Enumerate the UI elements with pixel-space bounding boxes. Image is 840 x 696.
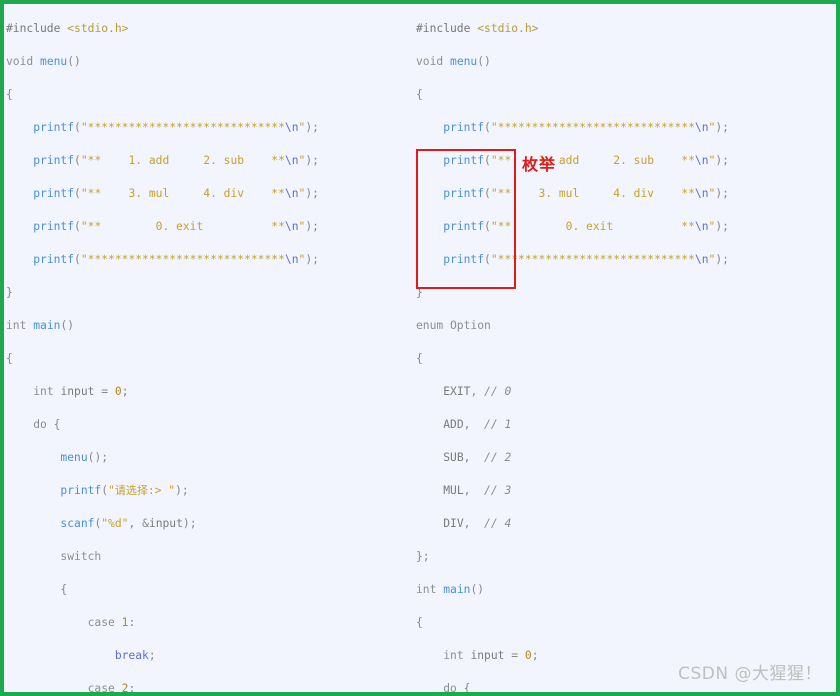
code-line: printf("*****************************\n"… — [33, 120, 319, 134]
code-line: case 2: — [87, 681, 136, 695]
code-line: break; — [114, 648, 156, 662]
code-line: printf("** 1. add 2. sub **\n"); — [443, 153, 729, 167]
code-line: { — [6, 351, 13, 365]
code-line: void menu() — [6, 54, 81, 68]
code-line-enum: DIV, // 4 — [443, 516, 512, 530]
code-line: switch — [60, 549, 102, 563]
code-line: { — [416, 615, 423, 629]
code-line: case 1: — [87, 615, 136, 629]
code-line: do { — [33, 417, 61, 431]
csdn-watermark: CSDN @大猩猩！ — [678, 664, 822, 684]
code-line: printf("** 3. mul 4. div **\n"); — [33, 186, 319, 200]
code-line-enum: SUB, // 2 — [443, 450, 512, 464]
code-line: int main() — [6, 318, 75, 332]
code-line: } — [416, 285, 423, 299]
code-line: { — [6, 87, 13, 101]
code-line: printf("*****************************\n"… — [443, 252, 729, 266]
code-line: printf("** 3. mul 4. div **\n"); — [443, 186, 729, 200]
code-line: { — [60, 582, 68, 596]
code-line: #include <stdio.h> — [6, 21, 129, 35]
code-line: printf("*****************************\n"… — [33, 252, 319, 266]
code-line: { — [416, 87, 423, 101]
code-line-enum: ADD, // 1 — [443, 417, 512, 431]
code-comparison-screenshot: #include <stdio.h> void menu() { printf(… — [0, 0, 840, 696]
code-line: void menu() — [416, 54, 491, 68]
code-panel-right: #include <stdio.h> void menu() { printf(… — [416, 4, 836, 693]
code-line: printf("*****************************\n"… — [443, 120, 729, 134]
code-line-enum: { — [416, 351, 423, 365]
code-line: #include <stdio.h> — [416, 21, 539, 35]
code-panel-left: #include <stdio.h> void menu() { printf(… — [6, 4, 406, 695]
code-line: menu(); — [60, 450, 109, 464]
code-line-enum: enum Option — [416, 318, 491, 332]
code-line-enum: MUL, // 3 — [443, 483, 512, 497]
code-line: printf("** 0. exit **\n"); — [443, 219, 729, 233]
code-line: printf("** 0. exit **\n"); — [33, 219, 319, 233]
code-line: printf("** 1. add 2. sub **\n"); — [33, 153, 319, 167]
code-line: printf("请选择:> "); — [60, 483, 189, 497]
code-line: scanf("%d", &input); — [60, 516, 197, 530]
code-line: } — [6, 285, 13, 299]
enum-annotation-label: 枚举 — [522, 155, 557, 174]
code-line-enum: }; — [416, 549, 430, 563]
code-line: int input = 0; — [33, 384, 129, 398]
code-line-enum: EXIT, // 0 — [443, 384, 512, 398]
code-line: int main() — [416, 582, 485, 596]
